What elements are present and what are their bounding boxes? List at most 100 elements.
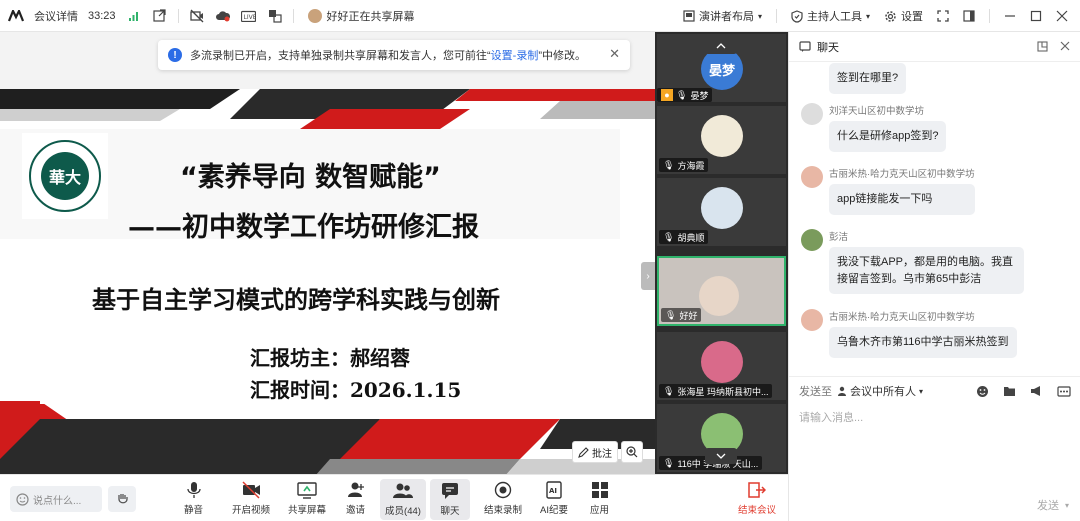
share-screen-button[interactable]: 共享屏幕 [288, 481, 326, 516]
report-date: 2026.1.15 [350, 378, 462, 402]
participant-tile-active[interactable]: 🎙 好好 [657, 256, 786, 326]
cloud-record-icon[interactable] [215, 8, 231, 24]
members-button[interactable]: 成员(44) [380, 479, 426, 520]
meeting-info-button[interactable]: 会议详情 [34, 8, 78, 24]
slide-title-2: ——初中数学工作坊研修汇报 [128, 212, 479, 243]
logo-text: 華大 [48, 168, 81, 187]
mic-muted-icon: 🎙 [663, 231, 675, 242]
sharing-status: 好好正在共享屏幕 [326, 10, 415, 23]
avatar [701, 187, 743, 229]
mic-muted-icon: 🎙 [665, 309, 677, 320]
microphone-icon [186, 482, 201, 498]
scroll-down-button[interactable] [705, 448, 737, 464]
emoji-icon[interactable] [976, 385, 989, 398]
fullscreen-icon[interactable] [937, 10, 949, 22]
apps-button[interactable]: 应用 [590, 481, 609, 516]
avatar [801, 309, 823, 331]
send-button[interactable]: 发送 [1037, 497, 1059, 513]
slide-subtitle: 基于自主学习模式的跨学科实践与创新 [92, 286, 500, 314]
zoom-button[interactable] [621, 441, 643, 463]
translate-icon[interactable] [267, 8, 283, 24]
no-camera-icon[interactable] [189, 8, 205, 24]
minimize-icon[interactable] [1004, 10, 1016, 22]
info-icon: ! [168, 48, 182, 62]
chat-message: 签到在哪里? [829, 63, 907, 94]
send-to-dropdown[interactable]: 会议中所有人 ▾ [837, 383, 923, 399]
megaphone-icon[interactable] [1030, 385, 1043, 398]
participant-tile[interactable]: 🎙 方海霞 [657, 106, 786, 174]
apps-grid-icon [591, 482, 608, 498]
mic-muted-icon: 🎙 [676, 89, 688, 100]
avatar [801, 229, 823, 251]
slide-title-1: “素养导向 数智赋能” [180, 162, 441, 193]
raise-hand-button[interactable] [108, 486, 136, 512]
invite-button[interactable]: 邀请 [346, 481, 365, 516]
popout-chat-icon[interactable] [1037, 41, 1048, 52]
layout-icon [683, 10, 695, 22]
presenter-name: 郝绍蓉 [350, 346, 410, 370]
chat-message: 古丽米热·哈力克天山区初中数学坊 乌鲁木齐市第116中学古丽米热签到 [801, 309, 1017, 358]
zoom-in-icon [626, 446, 638, 458]
sidebar-toggle-icon[interactable] [963, 10, 975, 22]
pen-icon [578, 446, 589, 458]
host-tools-button[interactable]: 主持人工具 ▾ [791, 8, 870, 24]
presenter-line: 汇报坊主：郝绍蓉 [250, 346, 410, 370]
university-logo: 華大 [22, 133, 108, 219]
record-icon [494, 481, 512, 499]
user-icon [838, 386, 846, 396]
participant-tile[interactable]: 🎙 张海星 玛纳斯县初中... [657, 332, 786, 400]
chat-title: 聊天 [817, 41, 839, 54]
live-icon[interactable]: LIVE [241, 8, 257, 24]
close-chat-icon[interactable] [1060, 41, 1070, 52]
end-recording-button[interactable]: 结束录制 [484, 481, 522, 516]
date-line: 汇报时间：2026.1.15 [250, 378, 462, 402]
mic-muted-icon: 🎙 [663, 385, 675, 396]
chat-icon [799, 40, 811, 52]
folder-icon[interactable] [1003, 385, 1016, 398]
say-something-input[interactable]: 说点什么... [10, 486, 102, 512]
chat-panel: 聊天 签到在哪里? 刘洋天山区初中数学坊 什么是研修app签到? 古丽米热·哈力克… [788, 32, 1080, 521]
collapse-strip-tab[interactable]: › [641, 262, 655, 290]
chevron-up-icon [716, 43, 726, 49]
presentation-slide: 華大 “素养导向 数智赋能” ——初中数学工作坊研修汇报 基于自主学习模式的跨学… [0, 89, 655, 474]
avatar [801, 166, 823, 188]
meeting-logo-icon [8, 8, 24, 24]
add-user-icon [347, 482, 364, 497]
ai-notes-button[interactable]: AI AI纪要 [540, 481, 568, 516]
bottom-toolbar: 说点什么... 静音 开启视频 共享屏幕 邀请 成员(44) 聊天 结束录制 A… [0, 474, 788, 521]
chat-button[interactable]: 聊天 [430, 479, 470, 520]
gear-icon [885, 10, 896, 22]
members-icon [393, 483, 413, 498]
annotate-button[interactable]: 批注 [572, 441, 618, 463]
host-icon: ● [661, 89, 673, 101]
meeting-timer: 33:23 [88, 9, 116, 22]
recording-settings-link[interactable]: 设置-录制 [491, 50, 539, 62]
popout-icon[interactable] [152, 8, 168, 24]
settings-button[interactable]: 设置 [884, 8, 923, 24]
scroll-up-button[interactable] [705, 38, 737, 54]
recording-notice-banner: ! 多流录制已开启，支持单独录制共享屏幕和发言人，您可前往“设置-录制”中修改。… [158, 40, 630, 70]
svg-text:LIVE: LIVE [244, 14, 257, 21]
start-video-button[interactable]: 开启视频 [232, 481, 270, 516]
end-meeting-button[interactable]: 结束会议 [738, 481, 776, 516]
mic-muted-icon: 🎙 [663, 457, 675, 468]
mute-button[interactable]: 静音 [184, 481, 203, 516]
maximize-icon[interactable] [1030, 10, 1042, 22]
camera-off-icon [242, 481, 260, 499]
close-window-icon[interactable] [1056, 10, 1068, 22]
chat-message-input[interactable]: 请输入消息... [789, 405, 1080, 429]
signal-icon [126, 8, 142, 24]
participant-tile[interactable]: 🎙 胡典顺 [657, 178, 786, 246]
ai-notes-icon: AI [546, 481, 562, 499]
more-icon[interactable] [1057, 385, 1071, 398]
svg-text:AI: AI [549, 487, 557, 495]
participant-video-strip: 晏梦 ● 🎙 晏梦 🎙 方海霞 🎙 胡典顺 🎙 好好 🎙 张海星 玛纳斯县初中... 🎙 11… [655, 32, 788, 474]
chat-bubble-icon [442, 483, 458, 499]
shared-screen-area: ! 多流录制已开启，支持单独录制共享屏幕和发言人，您可前往“设置-录制”中修改。… [0, 32, 655, 474]
top-bar: 会议详情 33:23 LIVE 好好正在共享屏幕 演讲者布局 ▾ 主持人工具 ▾… [0, 0, 1080, 32]
send-options-icon[interactable]: ▾ [1065, 501, 1069, 510]
speaker-layout-button[interactable]: 演讲者布局 ▾ [683, 8, 762, 24]
share-screen-icon [297, 482, 317, 499]
close-icon[interactable]: ✕ [609, 46, 620, 62]
mic-muted-icon: 🎙 [663, 159, 675, 170]
